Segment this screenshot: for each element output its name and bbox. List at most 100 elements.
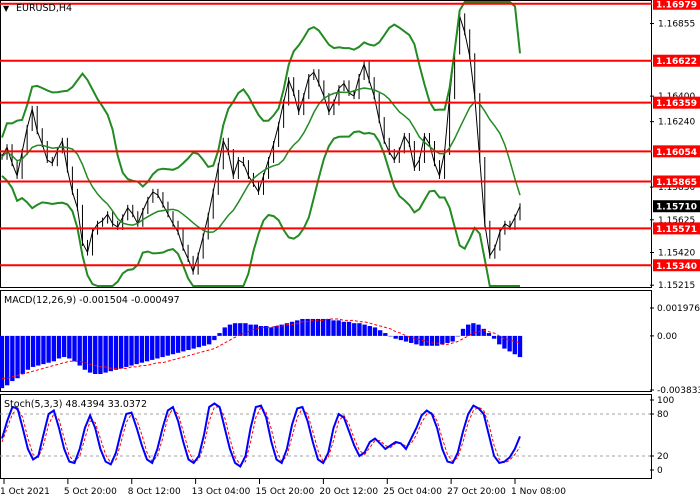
macd-histogram-bar bbox=[160, 335, 165, 358]
macd-histogram-bar bbox=[217, 333, 222, 336]
x-tick-label: 13 Oct 04:00 bbox=[192, 487, 251, 497]
macd-histogram-bar bbox=[196, 335, 202, 348]
level-price-label: 1.16054 bbox=[656, 148, 697, 158]
macd-histogram-bar bbox=[352, 323, 357, 336]
x-tick-label: 25 Oct 04:00 bbox=[383, 487, 442, 497]
macd-histogram-bar bbox=[227, 324, 233, 336]
macd-histogram-bar bbox=[497, 335, 502, 345]
macd-histogram-bar bbox=[383, 333, 388, 336]
y-tick-label: 1.15420 bbox=[658, 248, 695, 258]
macd-histogram-bar bbox=[36, 335, 41, 366]
macd-histogram-bar bbox=[191, 335, 196, 349]
macd-histogram-bar bbox=[398, 335, 404, 341]
macd-histogram-bar bbox=[507, 335, 512, 352]
macd-histogram-bar bbox=[491, 335, 497, 339]
macd-histogram-bar bbox=[181, 335, 186, 352]
macd-histogram-bar bbox=[165, 335, 170, 356]
macd-histogram-bar bbox=[274, 326, 279, 336]
macd-histogram-bar bbox=[72, 335, 77, 362]
x-tick-label: 8 Oct 12:00 bbox=[128, 487, 181, 497]
macd-histogram-bar bbox=[144, 335, 150, 362]
macd-title: MACD(12,26,9) -0.001504 -0.000497 bbox=[4, 295, 180, 306]
macd-histogram-bar bbox=[315, 318, 321, 336]
macd-histogram-bar bbox=[367, 326, 372, 336]
chart-canvas: EURUSD,H4 ▼ MACD(12,26,9) -0.001504 -0.0… bbox=[0, 0, 700, 497]
x-tick-label: 5 Oct 20:00 bbox=[64, 487, 117, 497]
macd-histogram-bar bbox=[346, 321, 352, 336]
macd-histogram-bar bbox=[207, 335, 212, 345]
stoch-y-tick-label: 80 bbox=[657, 410, 669, 420]
macd-histogram-bar bbox=[232, 323, 238, 336]
macd-histogram-bar bbox=[471, 323, 476, 336]
level-price-label: 1.16359 bbox=[656, 99, 697, 109]
macd-histogram-bar bbox=[476, 324, 481, 336]
macd-histogram-bar bbox=[41, 335, 46, 365]
x-tick-label: 15 Oct 20:00 bbox=[256, 487, 315, 497]
macd-histogram-bar bbox=[450, 335, 455, 342]
macd-histogram-bar bbox=[139, 335, 145, 363]
macd-histogram-bar bbox=[466, 324, 471, 336]
macd-histogram-bar bbox=[424, 335, 429, 346]
macd-histogram-bar bbox=[30, 335, 36, 367]
macd-histogram-bar bbox=[336, 320, 341, 336]
macd-histogram-bar bbox=[517, 335, 523, 358]
stoch-title: Stoch(5,3,3) 48.4394 33.0372 bbox=[4, 399, 147, 410]
macd-histogram-bar bbox=[341, 321, 347, 336]
macd-histogram-bar bbox=[82, 335, 88, 370]
current-price-label: 1.15710 bbox=[656, 203, 697, 213]
macd-histogram-bar bbox=[326, 318, 331, 336]
macd-histogram-bar bbox=[25, 335, 31, 370]
macd-histogram-bar bbox=[56, 335, 62, 359]
macd-histogram-bar bbox=[20, 335, 25, 375]
macd-histogram-bar bbox=[93, 335, 98, 375]
macd-histogram-bar bbox=[124, 335, 129, 367]
macd-histogram-bar bbox=[212, 335, 217, 341]
macd-histogram-bar bbox=[512, 335, 517, 355]
level-price-label: 1.16979 bbox=[656, 0, 697, 10]
macd-histogram-bar bbox=[388, 335, 393, 337]
macd-histogram-bar bbox=[222, 327, 227, 336]
macd-histogram-bar bbox=[357, 323, 362, 336]
macd-histogram-bar bbox=[129, 335, 134, 366]
macd-histogram-bar bbox=[134, 335, 139, 365]
macd-histogram-bar bbox=[87, 335, 93, 373]
stoch-y-tick-label: 0 bbox=[657, 466, 663, 476]
level-price-label: 1.15571 bbox=[656, 225, 697, 235]
macd-histogram-bar bbox=[460, 328, 466, 336]
main-pane-frame bbox=[0, 0, 652, 288]
symbol-arrow-icon: ▼ bbox=[3, 4, 10, 13]
macd-histogram-bar bbox=[310, 318, 315, 336]
macd-histogram-bar bbox=[108, 335, 113, 372]
macd-histogram-bar bbox=[393, 335, 398, 339]
level-price-label: 1.15340 bbox=[656, 262, 697, 272]
macd-histogram-bar bbox=[51, 335, 56, 362]
macd-histogram-bar bbox=[170, 335, 176, 355]
macd-histogram-bar bbox=[331, 320, 336, 336]
level-price-label: 1.16622 bbox=[656, 57, 697, 67]
macd-histogram-bar bbox=[61, 335, 67, 358]
macd-histogram-bar bbox=[362, 324, 367, 336]
macd-histogram-bar bbox=[98, 335, 103, 375]
macd-histogram-bar bbox=[150, 335, 155, 360]
macd-histogram-bar bbox=[434, 335, 440, 346]
x-tick-label: 1 Oct 2021 bbox=[0, 487, 50, 497]
macd-y-tick-label: 0.00 bbox=[657, 332, 677, 342]
macd-histogram-bar bbox=[113, 335, 119, 370]
y-tick-label: 1.15215 bbox=[658, 281, 695, 291]
macd-histogram-bar bbox=[186, 335, 191, 351]
macd-histogram-bar bbox=[414, 335, 419, 345]
macd-histogram-bar bbox=[372, 327, 378, 336]
y-tick-label: 1.16240 bbox=[658, 118, 695, 128]
macd-histogram-bar bbox=[445, 335, 450, 343]
macd-histogram-bar bbox=[77, 335, 82, 366]
macd-histogram-bar bbox=[175, 335, 181, 353]
macd-histogram-bar bbox=[155, 335, 160, 359]
x-tick-label: 27 Oct 20:00 bbox=[447, 487, 506, 497]
y-tick-label: 1.16855 bbox=[658, 20, 695, 30]
macd-histogram-bar bbox=[15, 335, 20, 379]
macd-histogram-bar bbox=[440, 335, 445, 345]
macd-histogram-bar bbox=[118, 335, 124, 369]
stoch-y-tick-label: 20 bbox=[657, 452, 669, 462]
x-tick-label: 20 Oct 12:00 bbox=[319, 487, 378, 497]
macd-histogram-bar bbox=[0, 335, 5, 389]
